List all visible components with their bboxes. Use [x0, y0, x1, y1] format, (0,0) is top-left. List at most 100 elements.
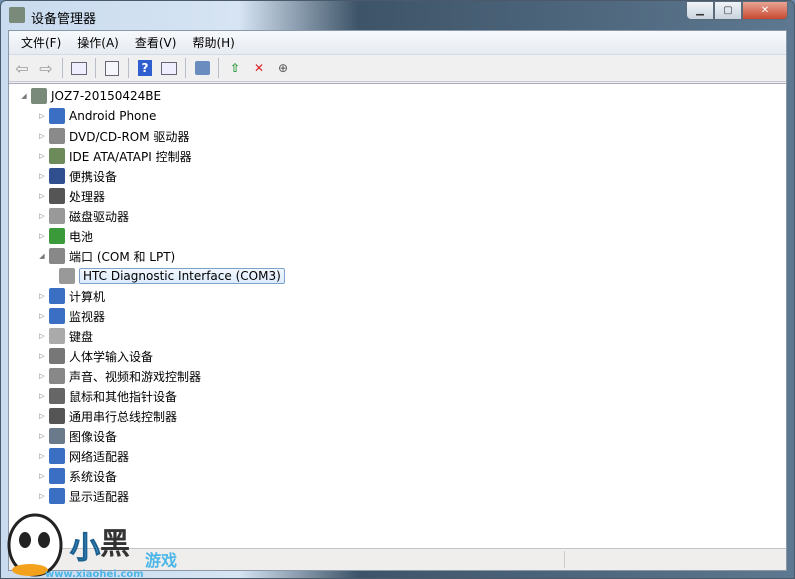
- expand-icon[interactable]: ▷: [37, 472, 47, 480]
- expand-icon[interactable]: ▷: [37, 312, 47, 320]
- expand-icon[interactable]: ▷: [37, 372, 47, 380]
- expand-icon[interactable]: ▷: [37, 152, 47, 160]
- expand-icon[interactable]: ▷: [37, 332, 47, 340]
- tree-item-label: 系统设备: [69, 469, 118, 484]
- expand-icon[interactable]: ▷: [37, 352, 47, 360]
- tree-item-label: 声音、视频和游戏控制器: [69, 369, 202, 384]
- tree-item[interactable]: ▷ 图像设备: [37, 426, 117, 446]
- action-pane-icon[interactable]: [159, 58, 179, 78]
- tree-item[interactable]: ▷ 通用串行总线控制器: [37, 406, 177, 426]
- menu-action[interactable]: 操作(A): [69, 34, 127, 51]
- menu-bar: 文件(F) 操作(A) 查看(V) 帮助(H): [9, 31, 786, 55]
- computer-icon: [31, 88, 47, 104]
- title-bar[interactable]: 设备管理器 ▁ ▢ ✕: [1, 1, 794, 31]
- device-category-icon: [49, 408, 65, 424]
- tree-item-label: 磁盘驱动器: [69, 209, 130, 224]
- close-button[interactable]: ✕: [742, 1, 788, 20]
- root-label: JOZ7-20150424BE: [51, 89, 162, 103]
- expand-icon[interactable]: ▷: [37, 452, 47, 460]
- tree-item[interactable]: ▷ 键盘: [37, 326, 93, 346]
- tree-item-label: 键盘: [69, 329, 94, 344]
- device-category-icon: [49, 308, 65, 324]
- device-category-icon: [49, 488, 65, 504]
- tree-item[interactable]: ▷ 显示适配器: [37, 486, 129, 506]
- expand-icon[interactable]: ▷: [37, 172, 47, 180]
- expand-icon[interactable]: ▷: [37, 112, 47, 120]
- device-category-icon: [49, 108, 65, 124]
- tree-item[interactable]: ▷ 系统设备: [37, 466, 117, 486]
- tree-item-label: 处理器: [69, 189, 106, 204]
- tree-item[interactable]: ▷ 监视器: [37, 306, 105, 326]
- expand-icon[interactable]: ▷: [37, 392, 47, 400]
- tree-item[interactable]: ▷ 电池: [37, 226, 93, 246]
- show-hide-tree-icon[interactable]: [69, 58, 89, 78]
- expand-icon[interactable]: ▷: [37, 132, 47, 140]
- tree-item-label: 通用串行总线控制器: [69, 409, 178, 424]
- help-icon[interactable]: ?: [135, 58, 155, 78]
- menu-help[interactable]: 帮助(H): [184, 34, 242, 51]
- tree-item-selected[interactable]: HTC Diagnostic Interface (COM3): [57, 266, 285, 286]
- tree-item[interactable]: ▷ DVD/CD-ROM 驱动器: [37, 126, 189, 146]
- svg-text:游戏: 游戏: [145, 551, 177, 570]
- collapse-icon[interactable]: ◢: [37, 252, 47, 260]
- tree-item[interactable]: ▷ 处理器: [37, 186, 105, 206]
- tree-item-label: IDE ATA/ATAPI 控制器: [69, 149, 192, 164]
- tree-item-label: 电池: [69, 229, 94, 244]
- menu-view[interactable]: 查看(V): [127, 34, 185, 51]
- maximize-button[interactable]: ▢: [714, 1, 742, 20]
- device-category-icon: [49, 168, 65, 184]
- device-category-icon: [49, 328, 65, 344]
- device-tree: ◢ JOZ7-20150424BE ▷ Android Phone ▷ DVD/CD-…: [9, 83, 786, 548]
- expand-icon[interactable]: ▷: [37, 432, 47, 440]
- device-category-icon: [49, 368, 65, 384]
- minimize-button[interactable]: ▁: [686, 1, 714, 20]
- device-category-icon: [49, 388, 65, 404]
- update-driver-icon[interactable]: ⇧: [225, 58, 245, 78]
- tree-item[interactable]: ▷ IDE ATA/ATAPI 控制器: [37, 146, 192, 166]
- back-icon[interactable]: ⇦: [12, 58, 32, 78]
- expand-icon[interactable]: ▷: [37, 192, 47, 200]
- watermark-logo: 小 黑 游戏 www.xiaohei.com: [7, 513, 177, 579]
- device-category-icon: [49, 188, 65, 204]
- properties-icon[interactable]: [102, 58, 122, 78]
- tree-item[interactable]: ▷ 人体学输入设备: [37, 346, 153, 366]
- expand-icon[interactable]: ▷: [37, 212, 47, 220]
- window-title: 设备管理器: [31, 12, 97, 27]
- port-icon: [59, 268, 75, 284]
- tree-item-label: 端口 (COM 和 LPT): [69, 249, 176, 264]
- menu-file[interactable]: 文件(F): [13, 34, 69, 51]
- tree-item[interactable]: ▷ 网络适配器: [37, 446, 129, 466]
- tree-item[interactable]: ▷ 鼠标和其他指针设备: [37, 386, 177, 406]
- device-category-icon: [49, 288, 65, 304]
- tree-root[interactable]: ◢ JOZ7-20150424BE: [19, 86, 161, 106]
- expand-icon[interactable]: ▷: [37, 412, 47, 420]
- device-category-icon: [49, 468, 65, 484]
- uninstall-icon[interactable]: ⊕: [273, 58, 293, 78]
- tree-item[interactable]: ▷ 声音、视频和游戏控制器: [37, 366, 201, 386]
- expand-icon[interactable]: ▷: [37, 292, 47, 300]
- tree-item-label: 便携设备: [69, 169, 118, 184]
- tree-item-label: 监视器: [69, 309, 106, 324]
- tree-item[interactable]: ▷ 计算机: [37, 286, 105, 306]
- tree-item-label: 显示适配器: [69, 489, 130, 504]
- disable-device-icon[interactable]: ✕: [249, 58, 269, 78]
- expand-icon[interactable]: ▷: [37, 492, 47, 500]
- device-category-icon: [49, 208, 65, 224]
- expand-icon[interactable]: ▷: [37, 232, 47, 240]
- toolbar: ⇦ ⇨ ? ⇧ ✕ ⊕: [9, 55, 786, 82]
- tree-item-label: 鼠标和其他指针设备: [69, 389, 178, 404]
- tree-item[interactable]: ◢ 端口 (COM 和 LPT): [37, 246, 175, 266]
- svg-text:www.xiaohei.com: www.xiaohei.com: [45, 569, 144, 579]
- tree-item[interactable]: ▷ 磁盘驱动器: [37, 206, 129, 226]
- tree-item-label: 人体学输入设备: [69, 349, 154, 364]
- svg-text:黑: 黑: [100, 527, 130, 562]
- device-manager-icon: [9, 7, 25, 23]
- tree-item[interactable]: ▷ 便携设备: [37, 166, 117, 186]
- device-category-icon: [49, 428, 65, 444]
- tree-item-label: 图像设备: [69, 429, 118, 444]
- scan-hardware-icon[interactable]: [192, 58, 212, 78]
- collapse-icon[interactable]: ◢: [19, 92, 29, 100]
- forward-icon[interactable]: ⇨: [36, 58, 56, 78]
- device-category-icon: [49, 148, 65, 164]
- tree-item[interactable]: ▷ Android Phone: [37, 106, 156, 126]
